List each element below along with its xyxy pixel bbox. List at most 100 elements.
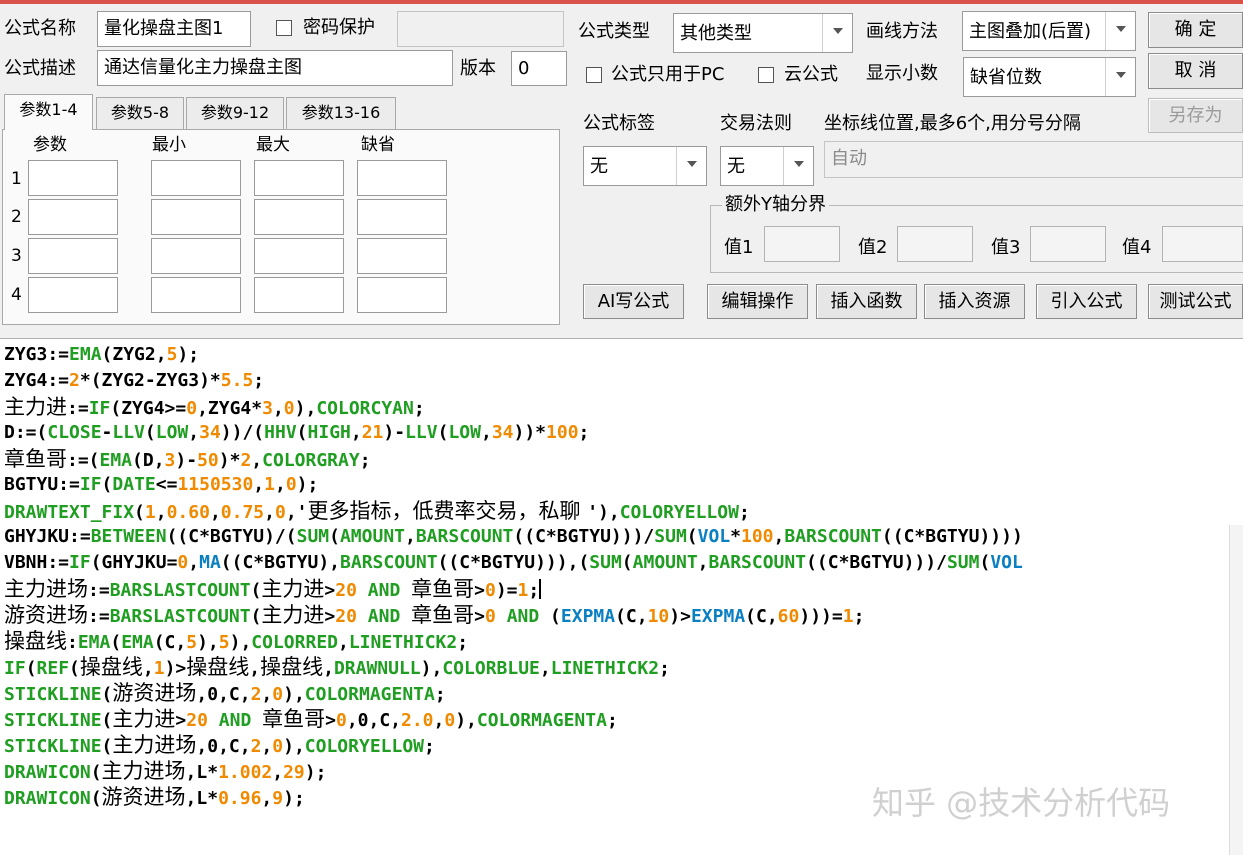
code-token: AMOUNT — [339, 526, 405, 547]
axis-position-input[interactable]: 自动 — [824, 141, 1243, 178]
formula-desc-input[interactable]: 通达信量化主力操盘主图 — [97, 50, 453, 86]
param-2-max[interactable] — [254, 199, 344, 235]
code-token: ; — [578, 422, 590, 443]
code-token: , — [261, 736, 273, 757]
code-token: 20 — [335, 606, 357, 627]
y-value-3-input[interactable] — [1030, 226, 1106, 262]
tab-params-9-12[interactable]: 参数9-12 — [186, 97, 284, 129]
cloud-checkbox[interactable] — [758, 67, 774, 83]
tab-params-1-4[interactable]: 参数1-4 — [4, 94, 93, 130]
tab-params-5-8[interactable]: 参数5-8 — [96, 97, 184, 129]
param-3-name[interactable] — [28, 238, 118, 274]
param-1-max[interactable] — [254, 160, 344, 196]
code-token: ( — [101, 736, 113, 757]
code-token: COLORRED — [251, 632, 338, 653]
code-token: ( — [329, 526, 340, 547]
test-formula-button[interactable]: 测试公式 — [1148, 284, 1243, 319]
code-token: ( — [101, 474, 113, 495]
y-value-1-input[interactable] — [764, 226, 840, 262]
code-token: 0 — [186, 398, 198, 419]
formula-name-input[interactable]: 量化操盘主图1 — [97, 11, 251, 47]
code-token: ,L* — [185, 762, 219, 783]
code-token: ZYG4:= — [4, 370, 70, 391]
code-token: STICKLINE — [4, 684, 102, 705]
code-token: ( — [90, 762, 102, 783]
code-line: ZYG4:=2*(ZYG2-ZYG3)*5.5; — [4, 368, 1023, 394]
code-token: EMA — [121, 632, 154, 653]
code-token: (ZYG2, — [101, 344, 167, 365]
code-token: 0 — [285, 474, 297, 495]
save-as-button[interactable]: 另存为 — [1148, 98, 1243, 133]
param-4-max[interactable] — [254, 277, 344, 313]
draw-method-select[interactable]: 主图叠加(后置) — [962, 11, 1136, 51]
code-token: > — [474, 580, 485, 601]
code-token: ), — [294, 398, 317, 419]
code-token: (D, — [132, 450, 165, 471]
password-label: 密码保护 — [303, 17, 375, 38]
param-4-default[interactable] — [357, 277, 447, 313]
formula-tag-select[interactable]: 无 — [583, 146, 707, 186]
code-token: SUM — [654, 526, 687, 547]
code-token: LINETHICK2 — [550, 658, 660, 679]
ai-write-formula-button[interactable]: AI写公式 — [583, 284, 684, 319]
decimals-select[interactable]: 缺省位数 — [963, 57, 1136, 97]
formula-type-value: 其他类型 — [680, 23, 752, 44]
ok-button[interactable]: 确 定 — [1148, 12, 1243, 48]
y-value-4-input[interactable] — [1162, 226, 1243, 262]
code-token: ( — [69, 658, 80, 679]
code-line: 游资进场:=BARSLASTCOUNT(主力进>20 AND 章鱼哥>0 AND… — [4, 602, 1023, 628]
insert-resource-button[interactable]: 插入资源 — [924, 284, 1025, 319]
code-token: , — [188, 422, 200, 443]
code-token: ), — [420, 658, 443, 679]
version-input[interactable]: 0 — [511, 51, 567, 86]
param-4-name[interactable] — [28, 277, 118, 313]
param-1-min[interactable] — [151, 160, 241, 196]
trade-rule-select[interactable]: 无 — [720, 146, 814, 186]
code-token: 0 — [335, 710, 347, 731]
insert-function-button[interactable]: 插入函数 — [816, 284, 917, 319]
code-token: 主力进场 — [112, 733, 197, 757]
cancel-button[interactable]: 取 消 — [1148, 53, 1243, 89]
code-token: COLORCYAN — [316, 398, 414, 419]
code-token: 2 — [240, 450, 252, 471]
y-value-4-label: 值4 — [1122, 237, 1152, 258]
y-value-3-label: 值3 — [991, 237, 1021, 258]
password-input[interactable] — [397, 11, 564, 47]
formula-name-label: 公式名称 — [4, 18, 76, 39]
code-token: REF — [36, 658, 70, 679]
pc-only-checkbox[interactable] — [586, 67, 602, 83]
param-4-min[interactable] — [151, 277, 241, 313]
formula-type-select[interactable]: 其他类型 — [673, 13, 853, 53]
editor-vertical-scrollbar[interactable] — [1229, 525, 1243, 855]
code-token: > — [474, 606, 485, 627]
code-token: ), — [197, 632, 219, 653]
code-token: ,L* — [185, 788, 219, 809]
code-token: HIGH — [307, 422, 351, 443]
code-token: 主力进 — [4, 395, 67, 419]
param-3-max[interactable] — [254, 238, 344, 274]
param-row-number: 2 — [11, 207, 22, 227]
code-token: IF — [88, 398, 111, 419]
decimals-label: 显示小数 — [866, 63, 938, 84]
y-value-2-input[interactable] — [897, 226, 973, 262]
code-token: 游资进场 — [112, 681, 197, 705]
param-2-min[interactable] — [151, 199, 241, 235]
password-checkbox[interactable] — [276, 20, 292, 36]
code-token: ( — [296, 422, 308, 443]
param-3-default[interactable] — [357, 238, 447, 274]
formula-desc-label: 公式描述 — [4, 58, 76, 79]
code-token: ); — [283, 788, 305, 809]
param-1-name[interactable] — [28, 160, 118, 196]
import-formula-button[interactable]: 引入公式 — [1036, 284, 1137, 319]
tab-params-13-16[interactable]: 参数13-16 — [286, 97, 396, 129]
draw-method-label: 画线方法 — [866, 21, 938, 42]
code-token: ( — [90, 788, 102, 809]
param-1-default[interactable] — [357, 160, 447, 196]
param-2-name[interactable] — [28, 199, 118, 235]
code-token: VOL — [990, 552, 1023, 573]
code-token: COLORGRAY — [262, 450, 360, 471]
param-3-min[interactable] — [151, 238, 241, 274]
param-2-default[interactable] — [357, 199, 447, 235]
formula-code-editor[interactable]: ZYG3:=EMA(ZYG2,5); ZYG4:=2*(ZYG2-ZYG3)*5.… — [0, 338, 1243, 856]
edit-operation-button[interactable]: 编辑操作 — [707, 284, 808, 319]
